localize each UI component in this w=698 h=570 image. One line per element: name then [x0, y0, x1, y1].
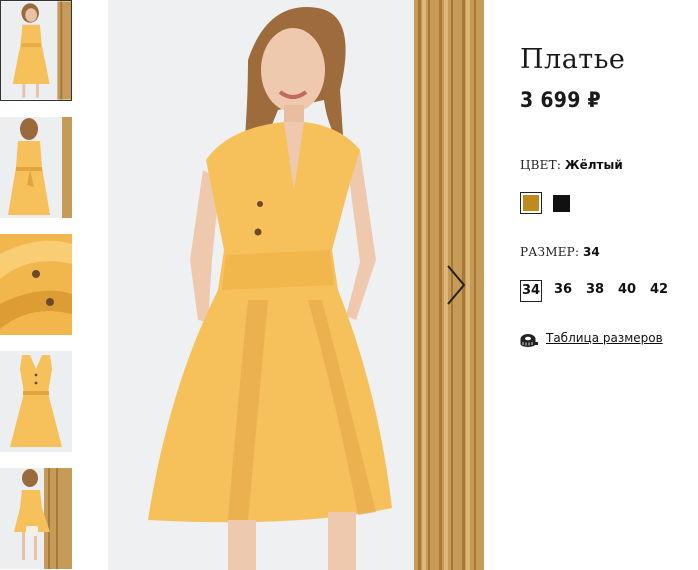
- size-option-38[interactable]: 38: [584, 280, 606, 302]
- color-swatch-yellow-fill: [523, 195, 539, 211]
- thumbnail-1[interactable]: [0, 0, 72, 101]
- main-product-image: [108, 0, 484, 570]
- size-label-key: РАЗМЕР:: [520, 245, 580, 259]
- thumbnail-5-image: [0, 468, 72, 569]
- thumbnail-1-image: [1, 1, 71, 100]
- size-table-link[interactable]: Таблица размеров: [546, 331, 663, 345]
- size-label: РАЗМЕР: 34: [520, 245, 600, 259]
- thumbnail-2-image: [0, 117, 72, 218]
- thumbnail-5[interactable]: [0, 468, 72, 569]
- thumbnail-4-image: [0, 351, 72, 452]
- product-title: Платье: [520, 44, 626, 75]
- thumbnail-3-image: [0, 234, 72, 335]
- thumbnail-3[interactable]: [0, 234, 72, 335]
- size-option-36[interactable]: 36: [552, 280, 574, 302]
- color-label: ЦВЕТ: Жёлтый: [520, 158, 623, 172]
- color-swatch-yellow[interactable]: [520, 192, 542, 214]
- chevron-right-icon: [447, 265, 466, 305]
- thumbnail-4[interactable]: [0, 351, 72, 452]
- thumbnail-2[interactable]: [0, 117, 72, 218]
- size-option-42[interactable]: 42: [648, 280, 670, 302]
- color-swatch-black-fill: [553, 195, 570, 212]
- product-price: 3 699 ₽: [520, 88, 601, 112]
- color-label-key: ЦВЕТ:: [520, 158, 562, 172]
- size-option-34[interactable]: 34: [520, 280, 542, 302]
- main-product-photo: [108, 0, 484, 570]
- size-label-value: 34: [583, 245, 600, 259]
- color-label-value: Жёлтый: [564, 158, 623, 172]
- size-option-40[interactable]: 40: [616, 280, 638, 302]
- color-swatch-black[interactable]: [553, 195, 570, 212]
- next-image-button[interactable]: [442, 262, 472, 308]
- measuring-tape-icon: [520, 334, 538, 347]
